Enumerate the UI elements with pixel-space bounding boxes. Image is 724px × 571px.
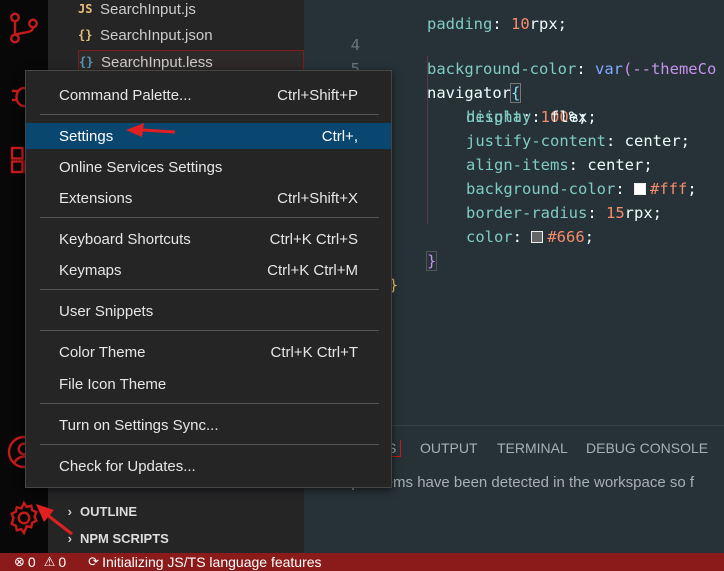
menu-item-settings[interactable]: Settings Ctrl+, — [26, 123, 391, 149]
menu-separator — [40, 403, 379, 404]
task-label: Initializing JS/TS language features — [102, 554, 322, 570]
section-label: NPM SCRIPTS — [80, 530, 169, 546]
menu-item-label: Check for Updates... — [59, 457, 196, 475]
error-count: 0 — [27, 554, 36, 570]
code-line: 4 background-color: var(--themeCo — [350, 36, 717, 78]
source-control-icon[interactable] — [6, 10, 42, 46]
annotation-arrow-icon — [36, 504, 73, 536]
menu-item-online-services-settings[interactable]: Online Services Settings — [26, 154, 391, 180]
menu-item-extensions[interactable]: Extensions Ctrl+Shift+X — [26, 185, 391, 211]
menu-item-label: Keyboard Shortcuts — [59, 230, 191, 248]
file-item[interactable]: JS SearchInput.js — [78, 0, 304, 21]
npm-scripts-section[interactable]: › NPM SCRIPTS — [48, 525, 304, 551]
menu-item-user-snippets[interactable]: User Snippets — [26, 298, 391, 324]
annotation-arrow-icon — [126, 123, 176, 137]
js-file-icon: JS — [78, 2, 93, 16]
tab-terminal[interactable]: TERMINAL — [497, 440, 568, 456]
menu-item-label: Extensions — [59, 189, 133, 207]
error-icon: ⊗ — [14, 554, 25, 569]
menu-separator — [40, 444, 379, 445]
task-status[interactable]: ⟳ Initializing JS/TS language features — [88, 554, 321, 570]
menu-separator — [40, 330, 379, 331]
tab-output[interactable]: OUTPUT — [420, 440, 478, 456]
warning-icon: ⚠ — [43, 554, 56, 569]
menu-item-label: Turn on Settings Sync... — [59, 416, 219, 434]
menu-item-shortcut: Ctrl+Shift+P — [277, 86, 358, 104]
menu-item-shortcut: Ctrl+K Ctrl+S — [269, 230, 358, 248]
less-file-icon: {} — [79, 55, 94, 69]
menu-item-label: Settings — [59, 127, 114, 145]
menu-item-keyboard-shortcuts[interactable]: Keyboard Shortcuts Ctrl+K Ctrl+S — [26, 226, 391, 252]
menu-item-file-icon-theme[interactable]: File Icon Theme — [26, 371, 391, 397]
menu-item-color-theme[interactable]: Color Theme Ctrl+K Ctrl+T — [26, 339, 391, 365]
menu-item-label: Color Theme — [59, 343, 146, 361]
menu-item-shortcut: Ctrl+Shift+X — [277, 189, 358, 207]
menu-separator — [40, 289, 379, 290]
tab-debug-console[interactable]: DEBUG CONSOLE — [586, 440, 708, 456]
outline-section[interactable]: › OUTLINE — [48, 498, 304, 524]
json-file-icon: {} — [78, 28, 93, 42]
file-name: SearchInput.js — [100, 0, 196, 18]
menu-item-check-updates[interactable]: Check for Updates... — [26, 453, 391, 479]
menu-item-shortcut: Ctrl+K Ctrl+M — [267, 261, 358, 279]
menu-item-shortcut: Ctrl+K Ctrl+T — [270, 343, 358, 361]
status-bar: ⊗ 0 ⚠ 0 ⟳ Initializing JS/TS language fe… — [0, 553, 724, 571]
menu-separator — [40, 217, 379, 218]
menu-item-shortcut: Ctrl+, — [321, 127, 358, 145]
manage-menu: Command Palette... Ctrl+Shift+P Settings C… — [25, 70, 392, 488]
problems-status[interactable]: ⊗ 0 ⚠ 0 — [14, 554, 66, 570]
warning-count: 0 — [58, 554, 67, 570]
menu-item-label: Online Services Settings — [59, 158, 223, 176]
menu-item-label: Keymaps — [59, 261, 122, 279]
menu-separator — [40, 114, 379, 115]
menu-item-label: User Snippets — [59, 302, 154, 320]
file-item[interactable]: {} SearchInput.json — [78, 23, 304, 47]
menu-item-command-palette[interactable]: Command Palette... Ctrl+Shift+P — [26, 82, 391, 108]
sync-icon: ⟳ — [88, 554, 100, 569]
file-name: SearchInput.json — [100, 26, 213, 44]
menu-item-label: Command Palette... — [59, 86, 192, 104]
section-label: OUTLINE — [80, 503, 138, 519]
menu-item-settings-sync[interactable]: Turn on Settings Sync... — [26, 412, 391, 438]
menu-item-label: File Icon Theme — [59, 375, 167, 393]
menu-item-keymaps[interactable]: Keymaps Ctrl+K Ctrl+M — [26, 257, 391, 283]
indent-guide — [427, 56, 428, 224]
code-line: 5 navigator{ — [350, 60, 522, 103]
file-name: SearchInput.less — [101, 53, 213, 71]
